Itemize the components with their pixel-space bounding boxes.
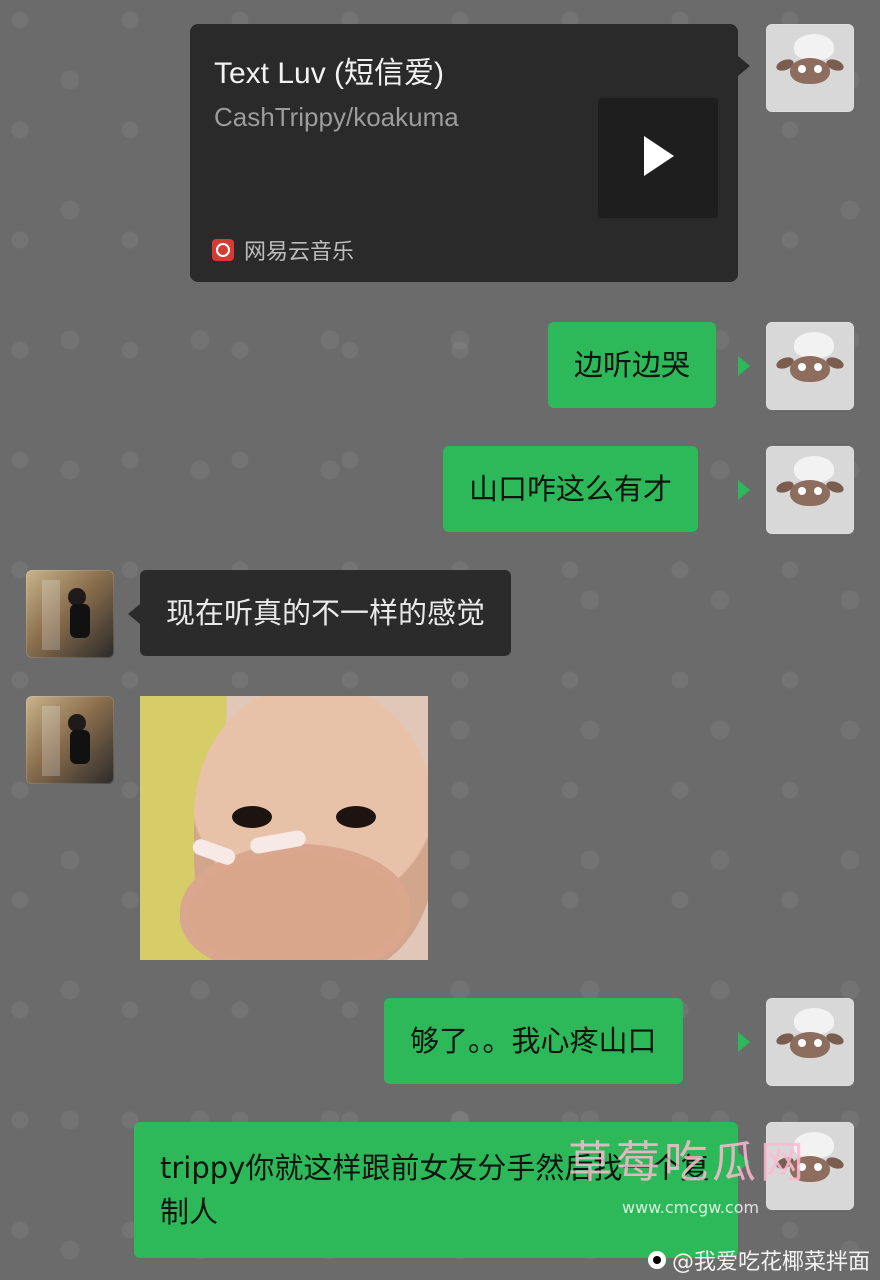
music-artist: CashTrippy/koakuma — [214, 102, 459, 132]
avatar-self[interactable] — [766, 322, 854, 410]
message-text: 现在听真的不一样的感觉 — [166, 596, 486, 630]
bubble-tail — [738, 56, 750, 76]
play-icon[interactable] — [644, 136, 674, 176]
eyes-graphic — [232, 798, 382, 838]
deer-avatar-icon — [774, 1008, 846, 1064]
chat-bubble[interactable]: 山口咋这么有才 — [443, 446, 699, 532]
chat-bubble[interactable]: 现在听真的不一样的感觉 — [140, 570, 512, 656]
avatar-self[interactable] — [766, 998, 854, 1086]
weibo-icon — [647, 1251, 666, 1269]
avatar-self[interactable] — [766, 24, 854, 112]
chat-bubble[interactable]: 够了。。我心疼山口 — [384, 998, 683, 1084]
avatar-contact[interactable] — [26, 696, 114, 784]
deer-avatar-icon — [774, 332, 846, 388]
bubble-tail — [738, 1032, 750, 1052]
music-share-card[interactable]: Text Luv (短信爱) CashTrippy/koakuma 网易云音乐 — [190, 24, 738, 282]
music-source-label: 网易云音乐 — [244, 240, 355, 265]
person-avatar-icon — [42, 706, 92, 776]
music-thumbnail[interactable] — [598, 98, 718, 218]
watermark-url: www.cmcgw.com — [622, 1198, 760, 1217]
chat-bubble[interactable]: 边听边哭 — [548, 322, 717, 408]
deer-avatar-icon — [774, 34, 846, 90]
image-message[interactable] — [140, 696, 428, 960]
bubble-tail — [128, 604, 140, 624]
person-avatar-icon — [42, 580, 92, 650]
message-text: 山口咋这么有才 — [469, 472, 673, 506]
netease-music-icon — [212, 239, 234, 261]
deer-avatar-icon — [774, 456, 846, 512]
watermark-title: 草莓吃瓜网 — [568, 1137, 808, 1188]
bubble-tail — [738, 480, 750, 500]
message-text: 边听边哭 — [574, 348, 691, 382]
music-source: 网易云音乐 — [212, 234, 354, 266]
weibo-handle: @我爱吃花椰菜拌面 — [671, 1250, 870, 1275]
avatar-self[interactable] — [766, 446, 854, 534]
bubble-tail — [738, 356, 750, 376]
music-title: Text Luv (短信爱) — [214, 57, 445, 90]
message-text: 够了。。我心疼山口 — [410, 1024, 657, 1058]
avatar-contact[interactable] — [26, 570, 114, 658]
weibo-credit: @我爱吃花椰菜拌面 — [647, 1244, 870, 1276]
